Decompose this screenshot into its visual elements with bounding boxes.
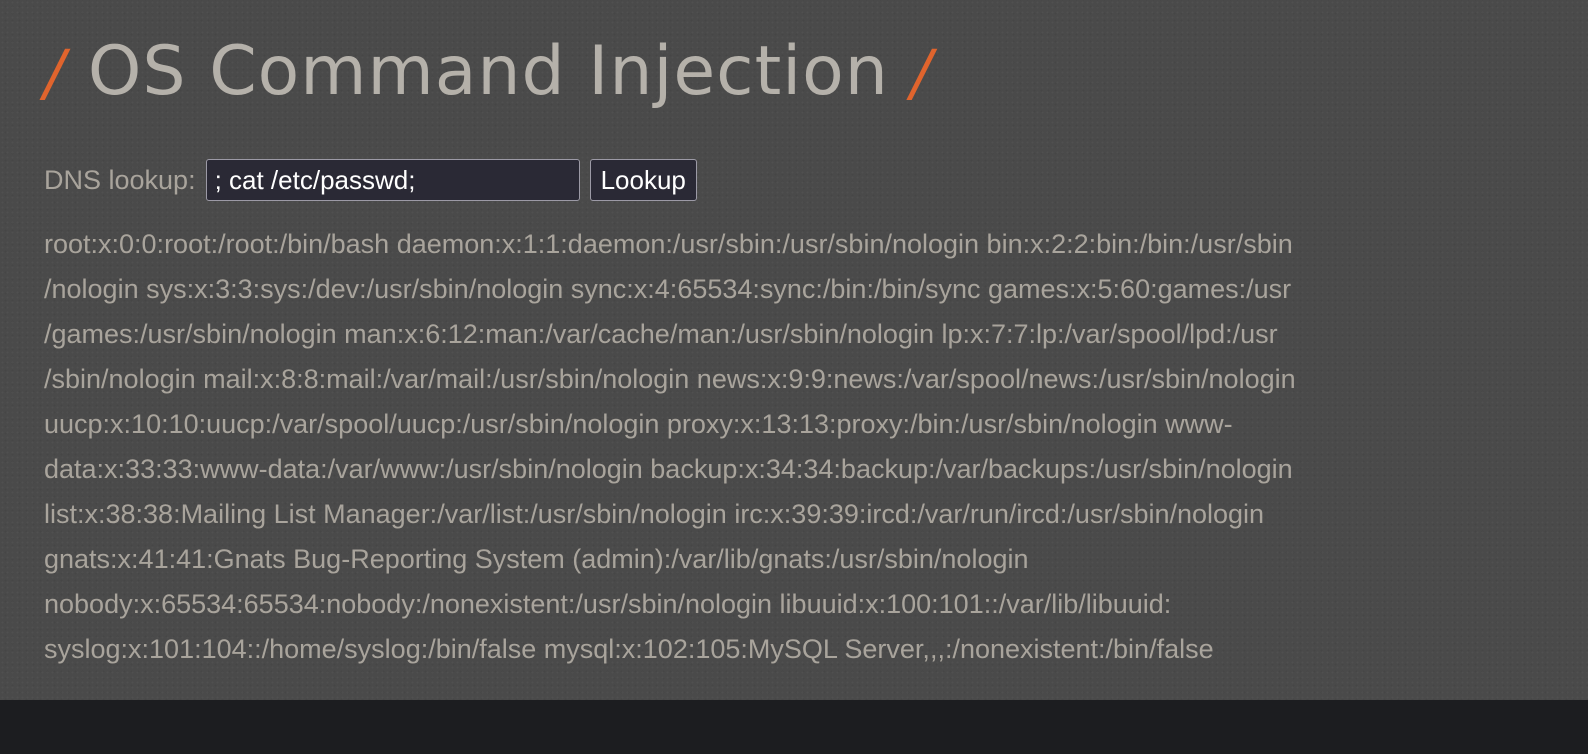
output-line: uucp:x:10:10:uucp:/var/spool/uucp:/usr/s… — [44, 409, 1233, 439]
lookup-button[interactable]: Lookup — [589, 159, 697, 201]
output-line: nobody:x:65534:65534:nobody:/nonexistent… — [44, 589, 1172, 619]
dns-lookup-label: DNS lookup: — [44, 164, 196, 195]
page-container: / OS Command Injection / DNS lookup: Looku… — [0, 0, 1588, 700]
output-line: list:x:38:38:Mailing List Manager:/var/l… — [44, 499, 1265, 529]
title-slash-left: / — [44, 36, 66, 109]
footer-band — [0, 700, 1588, 754]
page-title: / OS Command Injection / — [44, 22, 933, 123]
dns-lookup-input[interactable] — [205, 159, 580, 201]
title-text: OS Command Injection — [87, 32, 889, 111]
title-slash-right: / — [910, 36, 933, 109]
output-line: root:x:0:0:root:/root:/bin/bash daemon:x… — [44, 229, 1293, 259]
dns-lookup-form: DNS lookup: Lookup — [44, 158, 697, 202]
command-output: root:x:0:0:root:/root:/bin/bash daemon:x… — [44, 222, 1484, 672]
output-line: syslog:x:101:104::/home/syslog:/bin/fals… — [44, 634, 1214, 664]
output-line: /sbin/nologin mail:x:8:8:mail:/var/mail:… — [44, 364, 1296, 394]
output-line: /nologin sys:x:3:3:sys:/dev:/usr/sbin/no… — [44, 274, 1292, 304]
output-line: gnats:x:41:41:Gnats Bug-Reporting System… — [44, 544, 1029, 574]
output-line: data:x:33:33:www-data:/var/www:/usr/sbin… — [44, 454, 1293, 484]
output-line: /games:/usr/sbin/nologin man:x:6:12:man:… — [44, 319, 1278, 349]
